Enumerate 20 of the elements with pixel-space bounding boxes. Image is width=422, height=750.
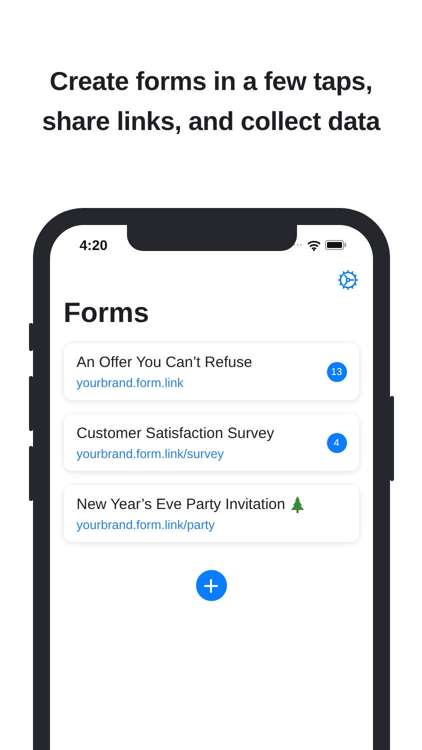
battery-icon [324, 240, 346, 250]
settings-icon[interactable] [336, 269, 358, 291]
screen-title: Forms [64, 297, 150, 329]
headline: share links, and collect data [42, 105, 380, 138]
form-title: New Year’s Eve Party Invitation [76, 496, 286, 513]
add-button[interactable] [196, 570, 226, 601]
form-card[interactable]: New Year’s Eve Party Invitation yourbrand.form.link/party [64, 485, 358, 542]
form-link[interactable]: yourbrand.form.link/party [76, 518, 304, 532]
form-card[interactable]: An Offer You Can’t Refuse yourbrand.form.link 13 [64, 343, 358, 400]
form-link[interactable]: yourbrand.form.link [76, 376, 252, 390]
form-title: Customer Satisfaction Survey [76, 425, 274, 442]
form-title: An Offer You Can’t Refuse [76, 354, 252, 371]
status-time: 4:20 [80, 237, 108, 253]
plus-icon [204, 578, 218, 592]
headline: Create forms in a few taps, [50, 65, 372, 98]
form-link[interactable]: yourbrand.form.link/survey [76, 447, 274, 461]
form-card[interactable]: Customer Satisfaction Survey yourbrand.form.link/survey 4 [64, 414, 358, 471]
response-count: 13 [326, 362, 346, 382]
response-count: 4 [326, 433, 346, 453]
wifi-icon [306, 240, 320, 250]
